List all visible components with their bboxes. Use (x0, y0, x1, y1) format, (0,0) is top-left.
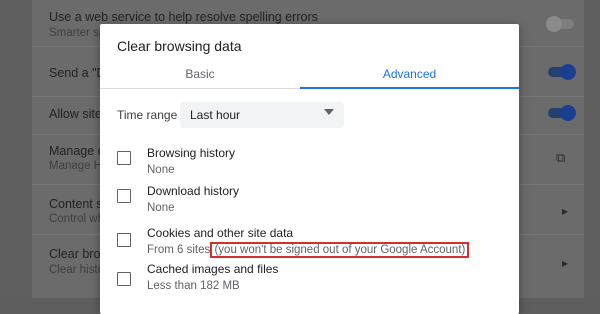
cached-images-checkbox[interactable] (117, 272, 131, 286)
checkbox-item-download-history[interactable]: Download history None (117, 184, 497, 220)
checkbox-item-cached-images[interactable]: Cached images and files Less than 182 MB (117, 262, 497, 298)
toggle-knob (546, 16, 562, 32)
dialog-title: Clear browsing data (117, 38, 242, 54)
toggle-knob (560, 105, 576, 121)
item-subtitle: From 6 sites (you won't be signed out of… (147, 242, 470, 258)
checkbox-item-cookies[interactable]: Cookies and other site data From 6 sites… (117, 226, 497, 262)
chevron-right-icon: ▸ (562, 256, 569, 270)
cookies-site-count: From 6 sites (147, 244, 211, 256)
time-range-select[interactable]: Last hour (180, 102, 344, 128)
download-history-checkbox[interactable] (117, 189, 131, 203)
clear-browsing-data-dialog: Clear browsing data Basic Advanced Time … (100, 24, 519, 314)
item-subtitle: None (147, 164, 175, 176)
cookies-checkbox[interactable] (117, 233, 131, 247)
browsing-history-checkbox[interactable] (117, 151, 131, 165)
dropdown-arrow-icon (324, 109, 334, 115)
tab-advanced[interactable]: Advanced (300, 64, 519, 88)
item-title: Cached images and files (147, 262, 279, 276)
time-range-value: Last hour (190, 108, 241, 122)
external-link-icon[interactable]: ⧉ (556, 150, 565, 166)
item-title: Download history (147, 184, 240, 198)
allow-sites-toggle[interactable] (548, 105, 576, 121)
time-range-label: Time range (117, 108, 178, 122)
item-title: Browsing history (147, 146, 236, 160)
google-account-note-highlight: (you won't be signed out of your Google … (210, 242, 470, 258)
item-subtitle: Less than 182 MB (147, 280, 240, 292)
dialog-tabs: Basic Advanced (100, 64, 519, 89)
active-tab-indicator (300, 87, 519, 89)
spelling-toggle[interactable] (546, 16, 574, 32)
checkbox-item-browsing-history[interactable]: Browsing history None (117, 146, 497, 182)
do-not-track-toggle[interactable] (548, 64, 576, 80)
toggle-knob (560, 64, 576, 80)
item-subtitle: None (147, 202, 175, 214)
settings-row-title: Use a web service to help resolve spelli… (49, 10, 318, 24)
item-title: Cookies and other site data (147, 226, 294, 240)
chevron-right-icon: ▸ (562, 204, 569, 218)
tab-basic[interactable]: Basic (100, 64, 300, 88)
